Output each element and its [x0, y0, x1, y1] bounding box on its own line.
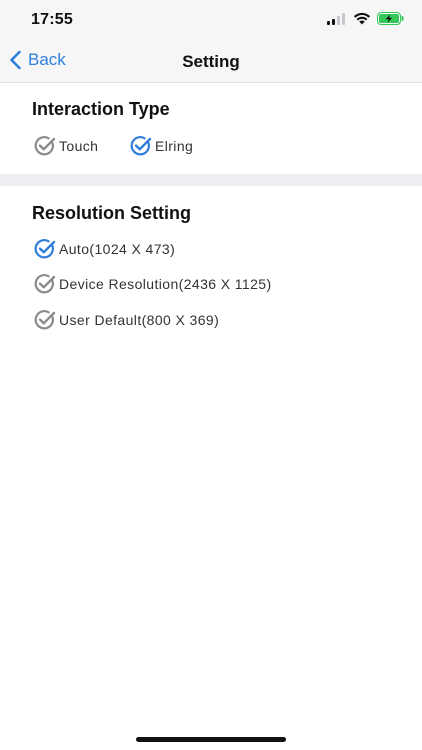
option-user-default-resolution[interactable]: User Default(800 X 369) [33, 308, 219, 332]
section-divider [0, 174, 422, 186]
status-bar: 17:55 [0, 0, 422, 40]
status-time: 17:55 [31, 11, 73, 28]
option-device-resolution-label: Device Resolution(2436 X 1125) [59, 276, 272, 292]
option-auto-resolution[interactable]: Auto(1024 X 473) [33, 237, 175, 261]
option-auto-resolution-label: Auto(1024 X 473) [59, 241, 176, 257]
option-elring-label: Elring [155, 138, 194, 154]
check-circle-icon [34, 274, 56, 294]
wifi-icon [353, 12, 371, 25]
option-user-default-resolution-label: User Default(800 X 369) [59, 312, 220, 328]
check-circle-selected-icon [34, 239, 56, 259]
option-elring[interactable]: Elring [129, 134, 193, 158]
interaction-type-heading: Interaction Type [32, 99, 170, 119]
check-circle-icon [34, 136, 56, 156]
battery-charging-icon [377, 12, 404, 25]
navigation-bar: Back Setting [0, 40, 422, 83]
check-circle-selected-icon [130, 136, 152, 156]
option-touch-label: Touch [59, 138, 99, 154]
home-indicator[interactable] [136, 737, 286, 742]
option-device-resolution[interactable]: Device Resolution(2436 X 1125) [33, 272, 272, 296]
option-touch[interactable]: Touch [33, 134, 98, 158]
page-title: Setting [182, 52, 240, 71]
cellular-signal-icon [327, 12, 345, 25]
status-icons [327, 12, 404, 25]
resolution-setting-heading: Resolution Setting [32, 203, 191, 223]
check-circle-icon [34, 310, 56, 330]
